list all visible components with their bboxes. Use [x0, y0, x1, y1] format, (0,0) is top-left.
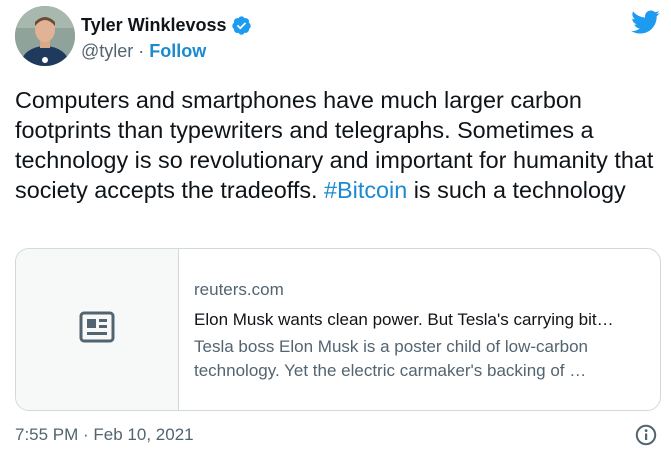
hashtag-link[interactable]: #Bitcoin	[324, 177, 407, 203]
info-icon[interactable]	[635, 424, 657, 446]
news-article-icon	[79, 311, 115, 348]
user-handle[interactable]: @tyler	[81, 41, 133, 62]
tweet-footer: 7:55 PM · Feb 10, 2021	[15, 425, 194, 445]
tweet-text-after: is such a technology	[407, 177, 626, 203]
card-media	[16, 249, 179, 410]
handle-row: @tyler · Follow	[81, 41, 206, 62]
avatar[interactable]	[15, 6, 75, 66]
card-description: Tesla boss Elon Musk is a poster child o…	[194, 337, 589, 380]
name-row: Tyler Winklevoss	[81, 15, 252, 36]
card-title: Elon Musk wants clean power. But Tesla's…	[194, 310, 614, 329]
display-name[interactable]: Tyler Winklevoss	[81, 15, 227, 36]
tweet-header: Tyler Winklevoss @tyler · Follow	[15, 6, 660, 70]
card-domain: reuters.com	[194, 280, 284, 299]
verified-badge-icon	[231, 15, 252, 36]
avatar-photo	[15, 6, 75, 66]
twitter-bird-icon[interactable]	[630, 7, 660, 37]
tweet-timestamp[interactable]: 7:55 PM · Feb 10, 2021	[15, 425, 194, 444]
follow-button[interactable]: Follow	[149, 41, 206, 62]
link-card[interactable]: reuters.com Elon Musk wants clean power.…	[15, 248, 661, 411]
tweet-text: Computers and smartphones have much larg…	[15, 85, 665, 205]
card-body: reuters.com Elon Musk wants clean power.…	[194, 279, 649, 383]
separator-dot: ·	[138, 41, 145, 61]
